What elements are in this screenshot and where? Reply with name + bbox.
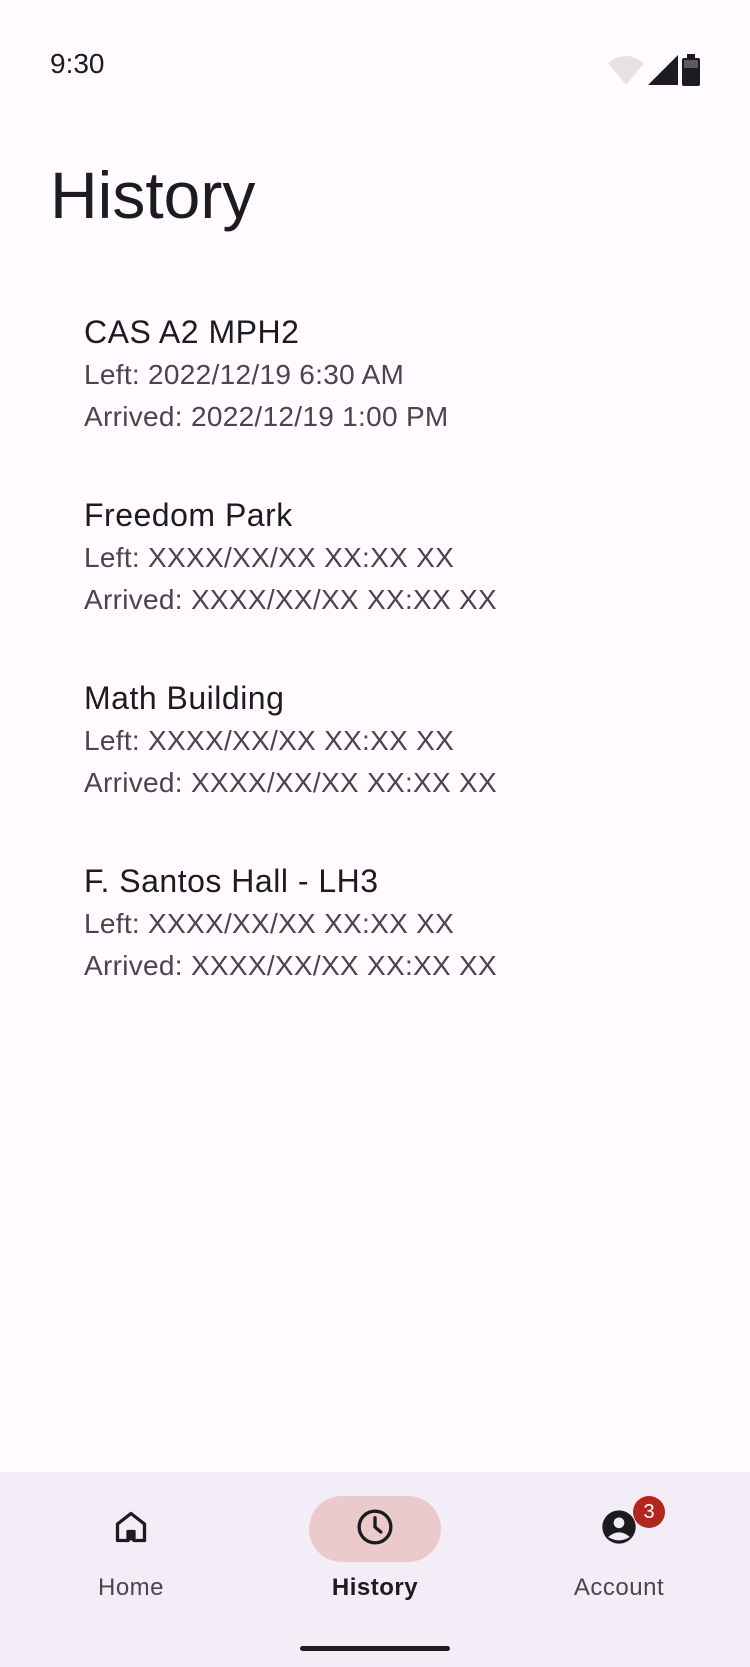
status-time: 9:30 [50,48,105,79]
history-item[interactable]: F. Santos Hall - LH3 Left: XXXX/XX/XX XX… [0,859,750,1042]
nav-icon-container: 3 [553,1496,685,1562]
battery-icon [682,54,700,86]
history-item-place: Freedom Park [84,497,293,533]
history-item-place: Math Building [84,680,285,716]
nav-active-indicator [309,1496,441,1562]
bottom-navigation-bar: Home History 3 Account [0,1472,750,1667]
wifi-icon [608,55,644,85]
clock-icon [355,1507,395,1552]
history-item-arrived-time: Arrived: XXXX/XX/XX XX:XX XX [84,584,498,615]
status-icons [608,53,700,87]
history-item-left-time: Left: XXXX/XX/XX XX:XX XX [84,908,455,939]
history-list: CAS A2 MPH2 Left: 2022/12/19 6:30 AM Arr… [0,310,750,1042]
history-item[interactable]: CAS A2 MPH2 Left: 2022/12/19 6:30 AM Arr… [0,310,750,493]
history-item[interactable]: Freedom Park Left: XXXX/XX/XX XX:XX XX A… [0,493,750,676]
nav-icon-container [65,1496,197,1562]
history-item-place: CAS A2 MPH2 [84,314,300,350]
notification-badge: 3 [633,1496,665,1528]
nav-item-account[interactable]: 3 Account [539,1496,699,1602]
history-item-left-time: Left: XXXX/XX/XX XX:XX XX [84,725,455,756]
history-item[interactable]: Math Building Left: XXXX/XX/XX XX:XX XX … [0,676,750,859]
home-icon [113,1509,149,1550]
history-item-left-time: Left: XXXX/XX/XX XX:XX XX [84,542,455,573]
cell-signal-icon [648,55,678,85]
history-item-place: F. Santos Hall - LH3 [84,863,379,899]
page-title: History [50,158,256,232]
nav-label-history: History [331,1574,419,1601]
gesture-handle [300,1646,450,1651]
nav-label-account: Account [573,1574,665,1601]
nav-item-home[interactable]: Home [51,1496,211,1602]
nav-item-history[interactable]: History [295,1496,455,1602]
history-item-arrived-time: Arrived: XXXX/XX/XX XX:XX XX [84,767,498,798]
history-item-arrived-time: Arrived: 2022/12/19 1:00 PM [84,401,449,432]
nav-label-home: Home [97,1574,165,1601]
history-item-left-time: Left: 2022/12/19 6:30 AM [84,359,405,390]
status-bar: 9:30 [0,0,750,134]
history-item-arrived-time: Arrived: XXXX/XX/XX XX:XX XX [84,950,498,981]
